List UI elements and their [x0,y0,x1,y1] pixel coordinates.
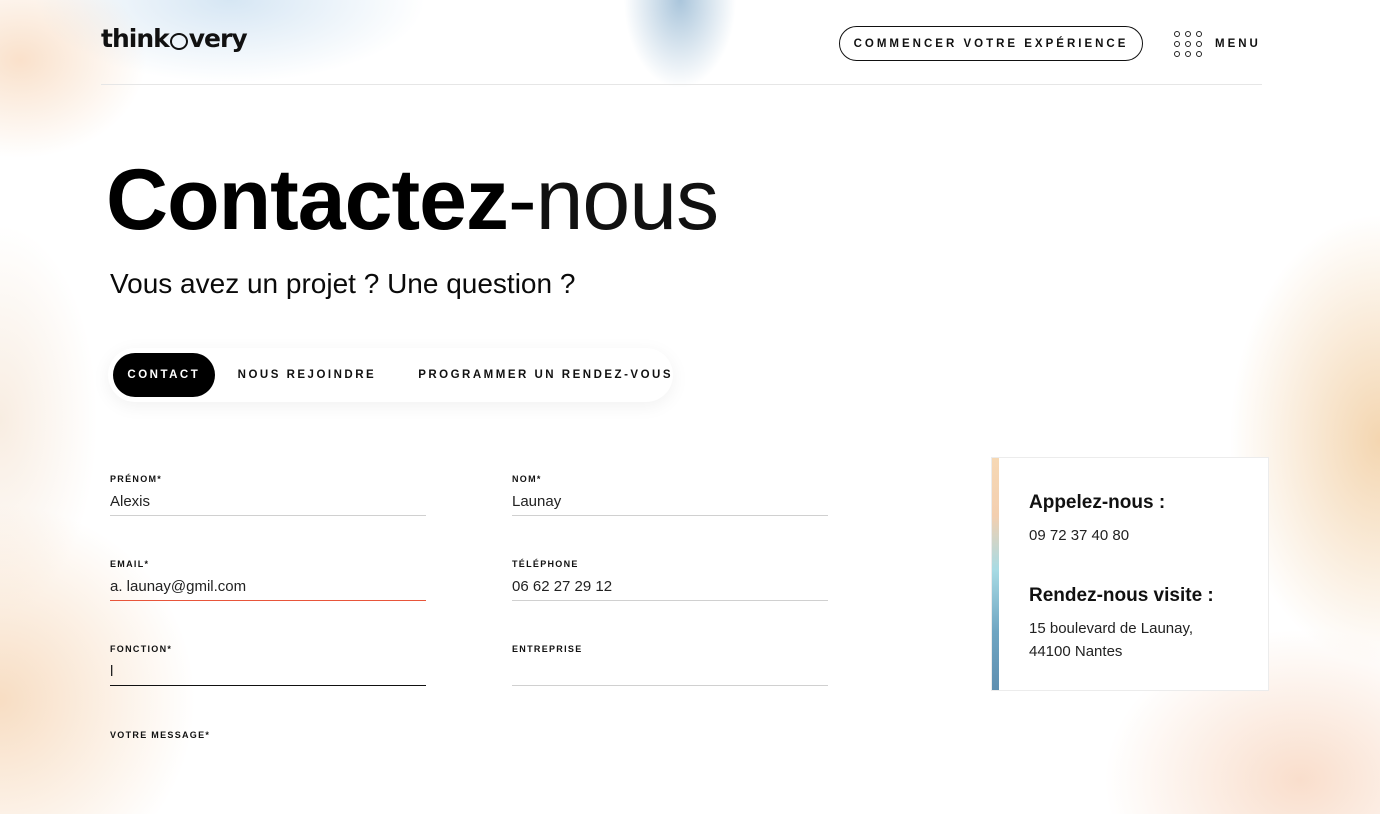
email-label: EMAIL* [110,559,150,569]
contact-tabs: CONTACT NOUS REJOINDRE PROGRAMMER UN REN… [108,348,673,402]
page-subtitle: Vous avez un projet ? Une question ? [110,268,576,299]
contact-info-card: Appelez-nous : 09 72 37 40 80 Rendez-nou… [991,457,1269,691]
nom-label: NOM* [512,474,542,484]
title-bold: Contactez [106,152,509,248]
address-line-2: 44100 Nantes [1029,643,1123,660]
prenom-field: PRÉNOM* Alexis [110,474,426,516]
phone-number[interactable]: 09 72 37 40 80 [1029,524,1129,547]
card-accent-bar [992,458,999,690]
fonction-input[interactable]: l [110,656,426,686]
entreprise-label: ENTREPRISE [512,644,583,654]
logo-text-suffix: very [188,24,248,53]
message-label: VOTRE MESSAGE* [110,730,211,740]
message-field: VOTRE MESSAGE* [110,730,426,742]
header-divider [101,84,1262,85]
logo[interactable]: think very [101,24,248,53]
telephone-input[interactable]: 06 62 27 29 12 [512,571,828,601]
start-experience-button[interactable]: COMMENCER VOTRE EXPÉRIENCE [839,26,1143,61]
telephone-label: TÉLÉPHONE [512,559,579,569]
title-light: nous [535,152,719,248]
title-dash: - [507,152,537,248]
tab-programmer-rendez-vous[interactable]: PROGRAMMER UN RENDEZ-VOUS [418,353,673,397]
prenom-label: PRÉNOM* [110,474,163,484]
logo-text-prefix: think [101,24,170,53]
tab-nous-rejoindre[interactable]: NOUS REJOINDRE [238,353,377,397]
address-line-1: 15 boulevard de Launay, [1029,620,1194,637]
logo-ring-icon [169,32,188,50]
prenom-input[interactable]: Alexis [110,486,426,516]
entreprise-input[interactable] [512,656,828,686]
nom-field: NOM* Launay [512,474,828,516]
contact-page: think very COMMENCER VOTRE EXPÉRIENCE MEN… [0,0,1380,814]
page-title: Contactez-nous [106,150,719,250]
nom-input[interactable]: Launay [512,486,828,516]
visit-title: Rendez-nous visite : [1029,585,1214,606]
fonction-label: FONCTION* [110,644,173,654]
menu-label: MENU [1215,37,1261,50]
menu-button[interactable]: MENU [1174,28,1261,59]
address: 15 boulevard de Launay, 44100 Nantes [1029,617,1193,663]
tab-contact[interactable]: CONTACT [113,353,215,397]
grid-dots-icon [1174,30,1202,57]
entreprise-field: ENTREPRISE [512,644,828,686]
email-input[interactable]: a. launay@gmil.com [110,571,426,601]
fonction-field: FONCTION* l [110,644,426,686]
email-field: EMAIL* a. launay@gmil.com [110,559,426,601]
telephone-field: TÉLÉPHONE 06 62 27 29 12 [512,559,828,601]
call-title: Appelez-nous : [1029,492,1166,513]
